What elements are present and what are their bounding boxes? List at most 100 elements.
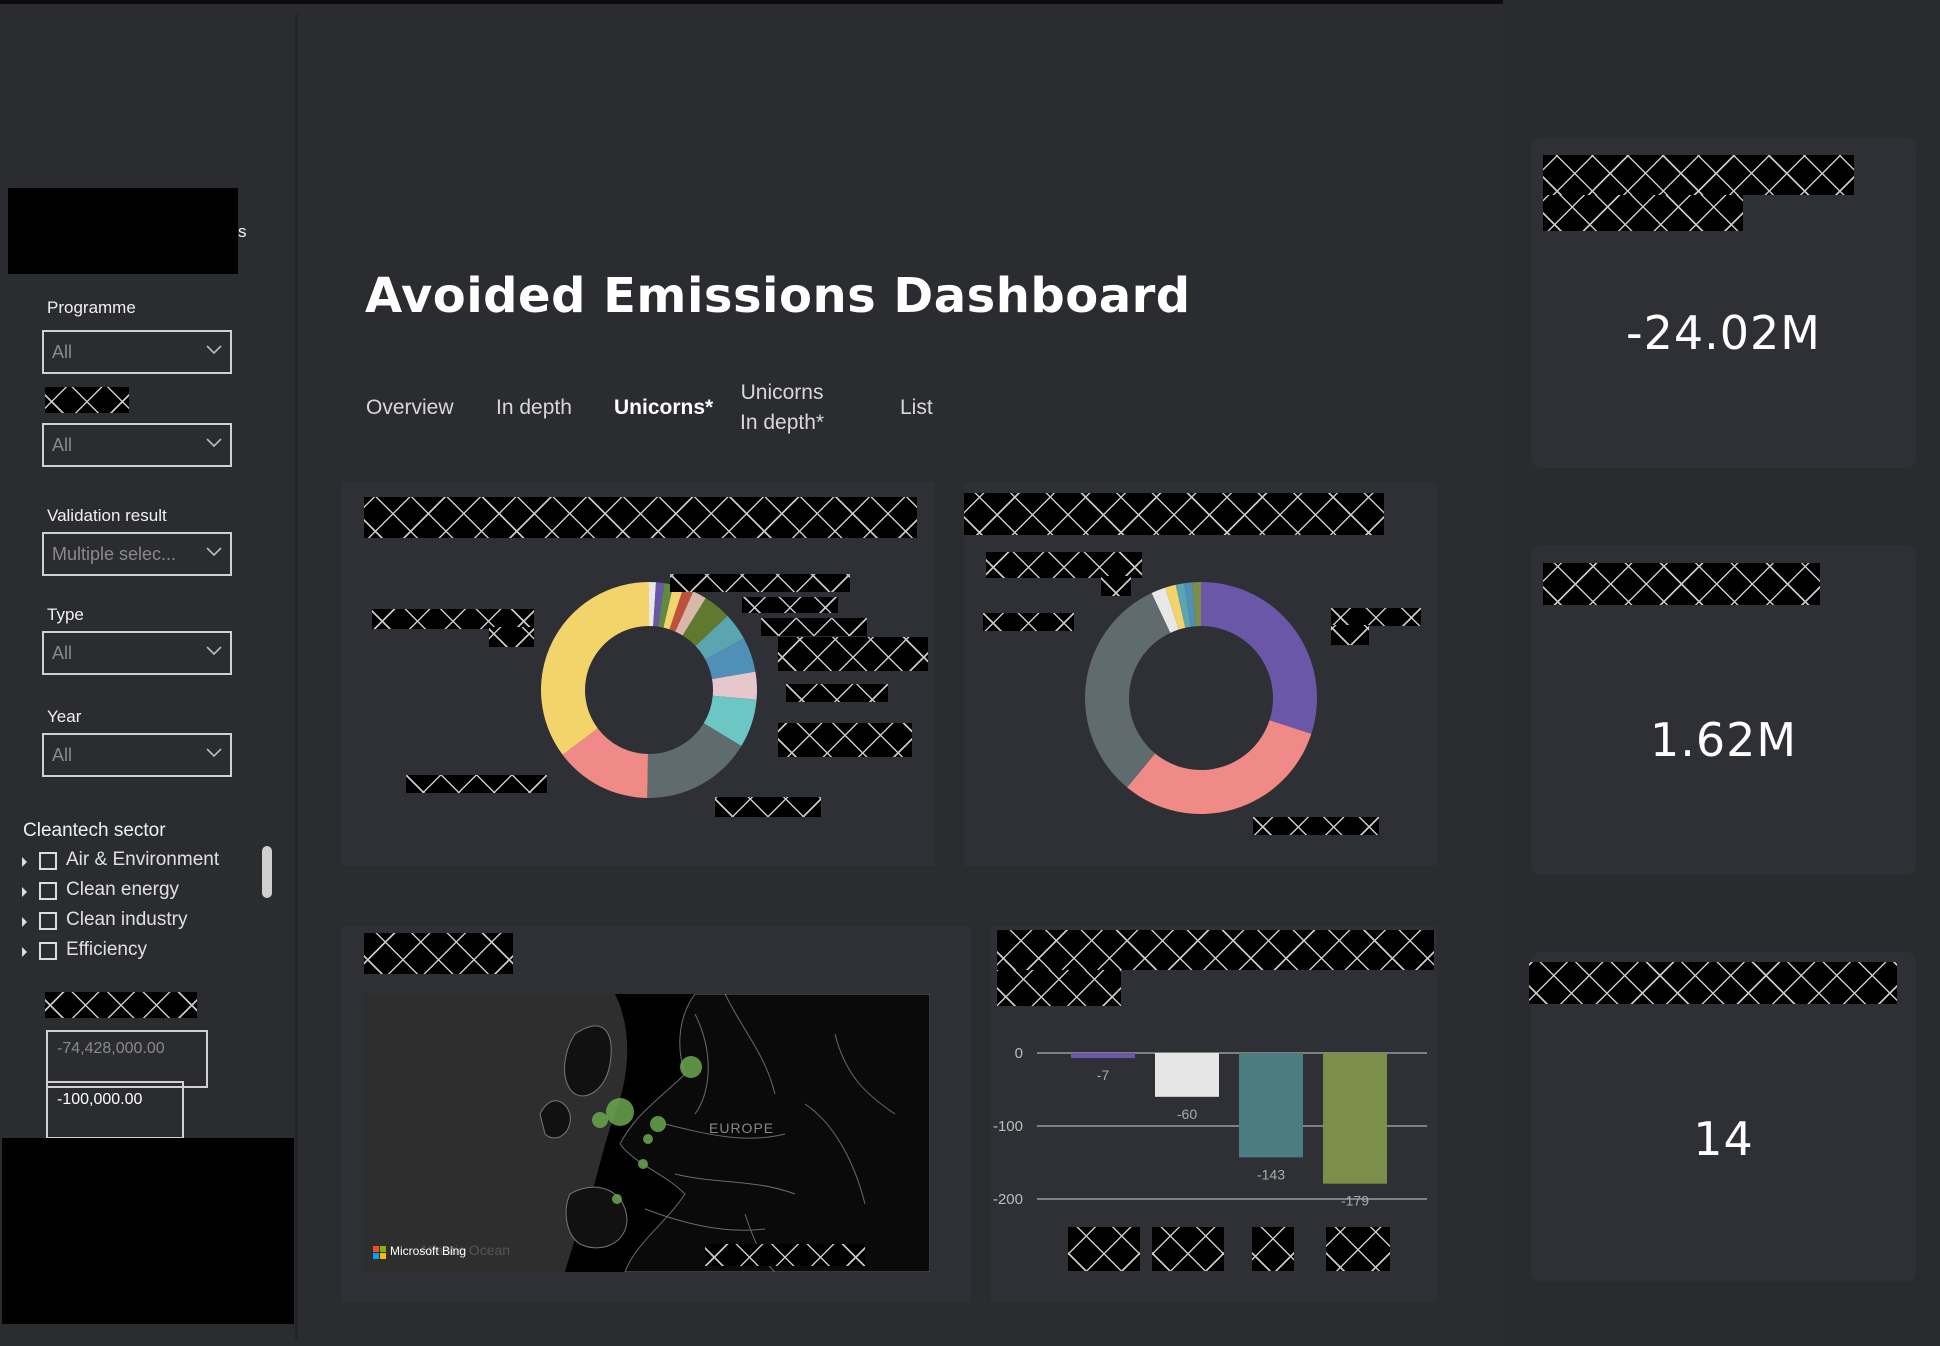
donut-chart-2[interactable] xyxy=(964,482,1437,866)
sector-checkbox[interactable] xyxy=(39,882,57,900)
redacted-logo xyxy=(8,188,238,274)
type-dropdown[interactable]: All xyxy=(42,631,232,675)
sector-list-scrollbar[interactable] xyxy=(262,846,272,898)
redacted-filter-label xyxy=(45,387,129,413)
sector-item-label: Air & Environment xyxy=(66,849,220,870)
redacted-slice-label xyxy=(986,552,1142,578)
redacted-category-label xyxy=(1068,1227,1140,1271)
redacted-category-label xyxy=(1326,1227,1390,1271)
kpi-value-1: -24.02M xyxy=(1626,306,1821,360)
redacted-slice-label xyxy=(372,609,534,629)
bar-value-label: -7 xyxy=(1097,1067,1110,1083)
map-region-label: EUROPE xyxy=(709,1120,775,1136)
bar-value-label: -143 xyxy=(1257,1166,1285,1182)
range-min-input[interactable]: -74,428,000.00 xyxy=(46,1030,208,1088)
redacted-slice-label xyxy=(983,613,1074,631)
tab-list[interactable]: List xyxy=(900,393,933,423)
microsoft-logo-icon xyxy=(373,1246,386,1259)
tab-in-depth[interactable]: In depth xyxy=(496,393,572,423)
sector-checkbox[interactable] xyxy=(39,852,57,870)
programme-dropdown-value: All xyxy=(52,342,73,362)
redacted-slice-label xyxy=(778,637,928,671)
tab-unicorns[interactable]: Unicorns* xyxy=(614,393,713,423)
validation-result-dropdown[interactable]: Multiple selec... xyxy=(42,532,232,576)
redacted-slice-label xyxy=(786,684,888,702)
donut-slice-0[interactable] xyxy=(1201,582,1317,734)
chevron-down-icon xyxy=(206,646,222,656)
year-dropdown-value: All xyxy=(52,745,73,765)
map-attribution: Microsoft Bing xyxy=(390,1244,467,1258)
bar-value-label: -179 xyxy=(1341,1193,1369,1209)
validation-result-dropdown-value: Multiple selec... xyxy=(52,544,177,564)
expand-arrow-icon[interactable] xyxy=(22,887,27,897)
filter-label-type: Type xyxy=(47,605,84,624)
redacted-kpi-title xyxy=(1543,195,1743,231)
expand-arrow-icon[interactable] xyxy=(22,947,27,957)
year-dropdown[interactable]: All xyxy=(42,733,232,777)
redacted-slice-label xyxy=(670,574,850,592)
kpi-card-3: 14 xyxy=(1529,952,1916,1282)
filter-label-validation: Validation result xyxy=(47,506,167,525)
chevron-down-icon xyxy=(206,438,222,448)
donut-slice-13[interactable] xyxy=(541,582,649,755)
redacted-slice-label xyxy=(761,618,867,636)
redacted-filter-dropdown-value: All xyxy=(52,435,73,455)
redacted-slice-label xyxy=(489,627,534,647)
filter-label-year: Year xyxy=(47,707,82,726)
donut-slice-1[interactable] xyxy=(1127,720,1312,814)
redacted-map-overlay xyxy=(705,1244,865,1266)
programme-dropdown[interactable]: All xyxy=(42,330,232,374)
kpi-card-1: -24.02M xyxy=(1531,138,1916,468)
chevron-down-icon xyxy=(206,748,222,758)
sector-checkbox[interactable] xyxy=(39,942,57,960)
y-tick-label: -100 xyxy=(993,1118,1023,1135)
expand-arrow-icon[interactable] xyxy=(22,917,27,927)
redacted-kpi-title xyxy=(1543,563,1820,605)
redacted-slice-label xyxy=(1253,817,1379,835)
kpi-value-2: 1.62M xyxy=(1649,713,1798,767)
sector-checkbox[interactable] xyxy=(39,912,57,930)
redacted-block xyxy=(2,1138,294,1324)
redacted-slice-label xyxy=(1331,625,1369,645)
redacted-category-label xyxy=(1252,1227,1294,1271)
y-tick-label: -200 xyxy=(993,1191,1023,1208)
chevron-down-icon xyxy=(206,547,222,557)
redacted-range-label xyxy=(45,992,197,1018)
redacted-kpi-title xyxy=(1543,155,1854,195)
bar-3[interactable] xyxy=(1323,1053,1387,1184)
bar-1[interactable] xyxy=(1155,1053,1219,1097)
redacted-slice-label xyxy=(715,797,821,817)
bar-value-label: -60 xyxy=(1177,1106,1197,1122)
range-max-input[interactable]: -100,000.00 xyxy=(46,1081,184,1139)
tab-overview[interactable]: Overview xyxy=(366,393,454,423)
redacted-category-label xyxy=(1152,1227,1224,1271)
redacted-map-title xyxy=(364,933,513,974)
donut-chart-panel-2 xyxy=(964,482,1437,866)
filter-label-programme: Programme xyxy=(47,298,136,317)
donut-chart-1[interactable] xyxy=(341,482,934,866)
y-tick-label: 0 xyxy=(1015,1045,1023,1062)
tab-unicorns-in-depth[interactable]: Unicorns In depth* xyxy=(740,378,824,438)
redacted-filter-dropdown[interactable]: All xyxy=(42,423,232,467)
sector-item-label: Clean industry xyxy=(66,909,188,930)
redacted-slice-label xyxy=(1331,608,1421,626)
map-canvas xyxy=(365,994,930,1272)
partial-heading-text: s xyxy=(238,222,247,241)
sector-item-label: Efficiency xyxy=(66,939,147,960)
redacted-slice-label xyxy=(406,775,547,793)
expand-arrow-icon[interactable] xyxy=(22,857,27,867)
redacted-slice-label xyxy=(1101,576,1131,596)
bar-chart-panel: 0 -100 -200 -7 -60 -143 -179 xyxy=(991,926,1437,1302)
redacted-slice-label xyxy=(778,723,912,757)
europe-map[interactable]: EUROPE Atlantic Ocean Microsoft Bing xyxy=(365,994,930,1272)
kpi-value-3: 14 xyxy=(1693,1112,1754,1166)
donut-chart-panel-1 xyxy=(341,482,934,866)
kpi-card-2: 1.62M xyxy=(1531,545,1916,875)
bar-2[interactable] xyxy=(1239,1053,1303,1158)
bar-0[interactable] xyxy=(1071,1053,1135,1059)
chevron-down-icon xyxy=(206,345,222,355)
filter-sidebar: s Programme All All Validation result Mu… xyxy=(0,14,298,1340)
page-title: Avoided Emissions Dashboard xyxy=(365,268,1191,324)
sector-item-label: Clean energy xyxy=(66,879,180,900)
redacted-slice-label xyxy=(742,597,838,613)
